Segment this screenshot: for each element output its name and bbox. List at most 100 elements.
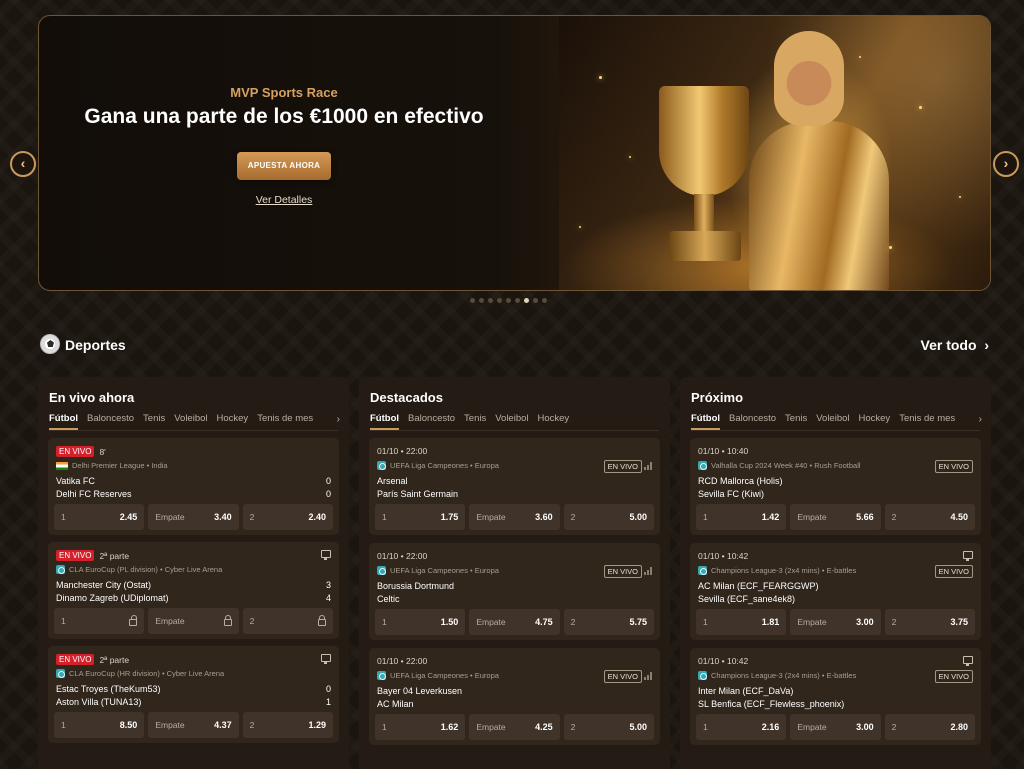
tab-baloncesto[interactable]: Baloncesto — [729, 413, 776, 431]
home-team: AC Milan (ECF_FEARGGWP) — [698, 581, 819, 591]
odd-draw-button[interactable]: Empate 4.37 — [148, 712, 239, 738]
section-title: Deportes — [65, 337, 126, 353]
tab-tenis[interactable]: Tenis — [785, 413, 807, 431]
odd-draw-button[interactable]: Empate 3.00 — [790, 609, 881, 635]
odd-away-button[interactable]: 2 2.40 — [242, 504, 333, 530]
odd-draw-button[interactable]: Empate 5.66 — [790, 504, 881, 530]
live-badge: EN VIVO — [603, 460, 642, 473]
carousel-dot[interactable] — [542, 298, 547, 303]
tab-baloncesto[interactable]: Baloncesto — [408, 413, 455, 431]
match-card[interactable]: EN VIVO 2ª parte CLA EuroCup (HR division… — [48, 646, 339, 743]
bet-now-button[interactable]: APUESTA AHORA — [236, 152, 332, 180]
away-team: SL Benfica (ECF_Flewless_phoenix) — [698, 699, 845, 709]
odd-away-button[interactable]: 2 5.00 — [563, 714, 654, 740]
match-card[interactable]: 01/10 • 10:42 Champions League-3 (2x4 mi… — [690, 543, 981, 640]
chevron-left-icon[interactable]: ‹ — [10, 151, 36, 177]
tab-futbol[interactable]: Fútbol — [691, 413, 721, 430]
carousel-dot[interactable] — [515, 298, 520, 303]
match-datetime: 01/10 • 10:42 — [698, 551, 749, 561]
league-name: Delhi Premier League • India — [72, 461, 168, 470]
carousel-dot[interactable] — [479, 298, 484, 303]
odd-home-button[interactable]: 1 2.45 — [54, 504, 145, 530]
tab-hockey[interactable]: Hockey — [538, 413, 570, 431]
odd-home-button[interactable]: 1 1.62 — [375, 714, 466, 740]
match-datetime: 01/10 • 22:00 — [377, 446, 428, 456]
live-badge: EN VIVO — [56, 550, 95, 561]
tab-hockey[interactable]: Hockey — [217, 413, 249, 431]
home-team: Inter Milan (ECF_DaVa) — [698, 686, 794, 696]
odd-draw-button[interactable]: Empate 4.25 — [469, 714, 560, 740]
odd-home-button[interactable]: 1 1.81 — [696, 609, 787, 635]
odd-away-button[interactable]: 2 — [242, 608, 333, 634]
see-all-link[interactable]: Ver todo › — [921, 337, 989, 353]
odd-home-button[interactable]: 1 8.50 — [54, 712, 145, 738]
chevron-right-icon[interactable]: › — [979, 414, 982, 425]
odd-away-button[interactable]: 2 3.75 — [884, 609, 975, 635]
odd-home-button[interactable]: 1 1.42 — [696, 504, 787, 530]
odd-draw-button[interactable]: Empate 4.75 — [469, 609, 560, 635]
tab-hockey[interactable]: Hockey — [859, 413, 891, 431]
odd-away-button[interactable]: 2 5.00 — [563, 504, 654, 530]
away-team: Sevilla (ECF_sane4ek8) — [698, 594, 796, 604]
live-badge: EN VIVO — [603, 670, 642, 683]
stats-icon[interactable] — [644, 462, 652, 470]
match-card[interactable]: 01/10 • 22:00 UEFA Liga Campeones • Euro… — [369, 438, 660, 535]
carousel-dot[interactable] — [488, 298, 493, 303]
odd-home-button[interactable]: 1 — [54, 608, 145, 634]
tv-icon[interactable] — [963, 656, 973, 666]
odd-draw-button[interactable]: Empate — [148, 608, 239, 634]
odd-away-button[interactable]: 2 4.50 — [884, 504, 975, 530]
tab-futbol[interactable]: Fútbol — [370, 413, 400, 430]
odd-home-button[interactable]: 1 1.50 — [375, 609, 466, 635]
tv-icon[interactable] — [321, 654, 331, 664]
odd-home-button[interactable]: 1 2.16 — [696, 714, 787, 740]
odd-draw-button[interactable]: Empate 3.00 — [790, 714, 881, 740]
stats-icon[interactable] — [644, 672, 652, 680]
chevron-right-icon[interactable]: › — [993, 151, 1019, 177]
odd-away-button[interactable]: 2 5.75 — [563, 609, 654, 635]
carousel-dot[interactable] — [506, 298, 511, 303]
odd-home-button[interactable]: 1 1.75 — [375, 504, 466, 530]
details-link[interactable]: Ver Detalles — [79, 194, 489, 206]
globe-icon — [377, 566, 386, 575]
match-card[interactable]: 01/10 • 10:40 Valhalla Cup 2024 Week #40… — [690, 438, 981, 535]
tab-tenis-de-mesa[interactable]: Tenis de mesa — [257, 413, 313, 431]
league-name: CLA EuroCup (HR division) • Cyber Live A… — [69, 669, 225, 678]
tv-icon[interactable] — [321, 550, 331, 560]
carousel-dot[interactable] — [533, 298, 538, 303]
live-badge: EN VIVO — [934, 670, 973, 683]
match-card[interactable]: 01/10 • 22:00 UEFA Liga Campeones • Euro… — [369, 648, 660, 745]
globe-icon — [698, 461, 707, 470]
tab-tenis-de-mesa[interactable]: Tenis de mesa — [899, 413, 955, 431]
carousel-dot[interactable] — [524, 298, 529, 303]
tab-tenis[interactable]: Tenis — [464, 413, 486, 431]
tv-icon[interactable] — [963, 551, 973, 561]
match-card[interactable]: 01/10 • 22:00 UEFA Liga Campeones • Euro… — [369, 543, 660, 640]
carousel-dots[interactable] — [470, 298, 547, 303]
odd-away-button[interactable]: 2 2.80 — [884, 714, 975, 740]
globe-icon — [56, 565, 65, 574]
tab-voleibol[interactable]: Voleibol — [174, 413, 207, 431]
league-name: UEFA Liga Campeones • Europa — [390, 461, 499, 470]
tab-tenis[interactable]: Tenis — [143, 413, 165, 431]
tab-baloncesto[interactable]: Baloncesto — [87, 413, 134, 431]
odd-draw-button[interactable]: Empate 3.60 — [469, 504, 560, 530]
tab-voleibol[interactable]: Voleibol — [495, 413, 528, 431]
live-badge: EN VIVO — [56, 446, 95, 457]
promo-banner[interactable]: MVP Sports Race Gana una parte de los €1… — [38, 15, 991, 291]
home-team: Vatika FC — [56, 476, 95, 486]
match-card[interactable]: EN VIVO 8' Delhi Premier League • India V… — [48, 438, 339, 535]
sport-tabs: Fútbol Baloncesto Tenis Voleibol Hockey … — [49, 413, 341, 431]
chevron-right-icon[interactable]: › — [337, 414, 340, 425]
tab-voleibol[interactable]: Voleibol — [816, 413, 849, 431]
tab-futbol[interactable]: Fútbol — [49, 413, 79, 430]
away-score: 1 — [325, 697, 331, 707]
match-card[interactable]: EN VIVO 2ª parte CLA EuroCup (PL division… — [48, 542, 339, 639]
match-card[interactable]: 01/10 • 10:42 Champions League-3 (2x4 mi… — [690, 648, 981, 745]
carousel-dot[interactable] — [470, 298, 475, 303]
stats-icon[interactable] — [644, 567, 652, 575]
odd-draw-button[interactable]: Empate 3.40 — [148, 504, 239, 530]
sport-tabs: Fútbol Baloncesto Tenis Voleibol Hockey … — [691, 413, 983, 431]
odd-away-button[interactable]: 2 1.29 — [242, 712, 333, 738]
carousel-dot[interactable] — [497, 298, 502, 303]
